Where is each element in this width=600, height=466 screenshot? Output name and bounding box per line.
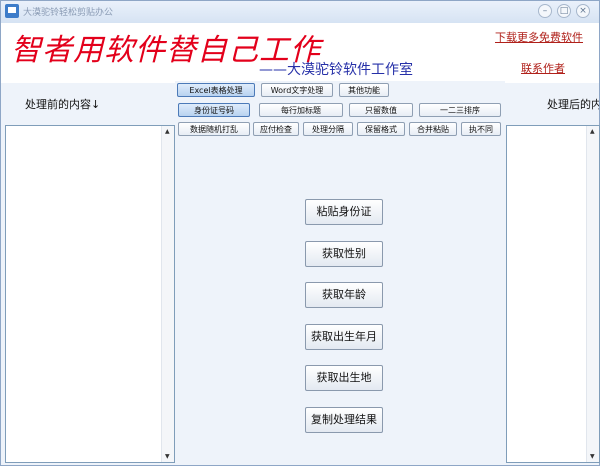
get-birthplace-button[interactable]: 获取出生地 xyxy=(305,365,383,391)
output-textarea[interactable]: ▲ ▼ xyxy=(506,125,600,463)
tab-word[interactable]: Word文字处理 xyxy=(261,83,333,97)
scroll-down-icon[interactable]: ▼ xyxy=(165,453,170,460)
scroll-up-icon[interactable]: ▲ xyxy=(590,128,595,135)
tool-sort[interactable]: 一二三排序 xyxy=(419,103,501,117)
right-panel-header: 处理后的内容↓ xyxy=(507,84,599,124)
tool-add-title[interactable]: 每行加标题 xyxy=(259,103,343,117)
close-icon[interactable]: × xyxy=(576,4,590,18)
title-bar[interactable]: 大漠驼铃轻松剪贴办公 – □ × xyxy=(1,1,599,24)
input-textarea[interactable]: ▲ ▼ xyxy=(5,125,175,463)
left-panel-header: 处理前的内容↓ xyxy=(1,84,173,124)
tool-merge-paste[interactable]: 合并粘贴 xyxy=(409,122,457,136)
minimize-icon[interactable]: – xyxy=(538,4,552,18)
tool-shuffle[interactable]: 数据随机打乱 xyxy=(178,122,250,136)
get-gender-button[interactable]: 获取性别 xyxy=(305,241,383,267)
scroll-down-icon[interactable]: ▼ xyxy=(590,453,595,460)
tool-split[interactable]: 处理分隔 xyxy=(303,122,353,136)
get-age-button[interactable]: 获取年龄 xyxy=(305,282,383,308)
tool-keep-format[interactable]: 保留格式 xyxy=(357,122,405,136)
output-label: 处理后的内容↓ xyxy=(547,98,599,111)
app-icon xyxy=(5,4,19,18)
tool-check[interactable]: 应付检查 xyxy=(253,122,299,136)
get-birthdate-button[interactable]: 获取出生年月 xyxy=(305,324,383,350)
tool-id-number[interactable]: 身份证号码 xyxy=(178,103,250,117)
input-scrollbar[interactable]: ▲ ▼ xyxy=(161,126,174,462)
studio-name: ——大漠驼铃软件工作室 xyxy=(259,62,413,78)
tool-keep-numbers[interactable]: 只留数值 xyxy=(349,103,413,117)
contact-author-link[interactable]: 联系作者 xyxy=(521,60,565,76)
copy-result-button[interactable]: 复制处理结果 xyxy=(305,407,383,433)
banner: 智者用软件替自己工作 ——大漠驼铃软件工作室 下载更多免费软件 联系作者 xyxy=(1,23,599,83)
maximize-icon[interactable]: □ xyxy=(557,4,571,18)
input-label: 处理前的内容↓ xyxy=(25,98,101,111)
scroll-up-icon[interactable]: ▲ xyxy=(165,128,170,135)
tool-diff[interactable]: 执不同 xyxy=(461,122,501,136)
tools-panel: Excel表格处理 Word文字处理 其他功能 身份证号码 每行加标题 只留数值… xyxy=(175,81,505,463)
app-window: 大漠驼铃轻松剪贴办公 – □ × 智者用软件替自己工作 ——大漠驼铃软件工作室 … xyxy=(0,0,600,466)
window-title: 大漠驼铃轻松剪贴办公 xyxy=(23,8,114,18)
output-scrollbar[interactable]: ▲ ▼ xyxy=(586,126,599,462)
tab-other[interactable]: 其他功能 xyxy=(339,83,389,97)
download-more-link[interactable]: 下载更多免费软件 xyxy=(495,29,583,45)
tab-excel[interactable]: Excel表格处理 xyxy=(177,83,255,97)
paste-id-button[interactable]: 粘贴身份证 xyxy=(305,199,383,225)
